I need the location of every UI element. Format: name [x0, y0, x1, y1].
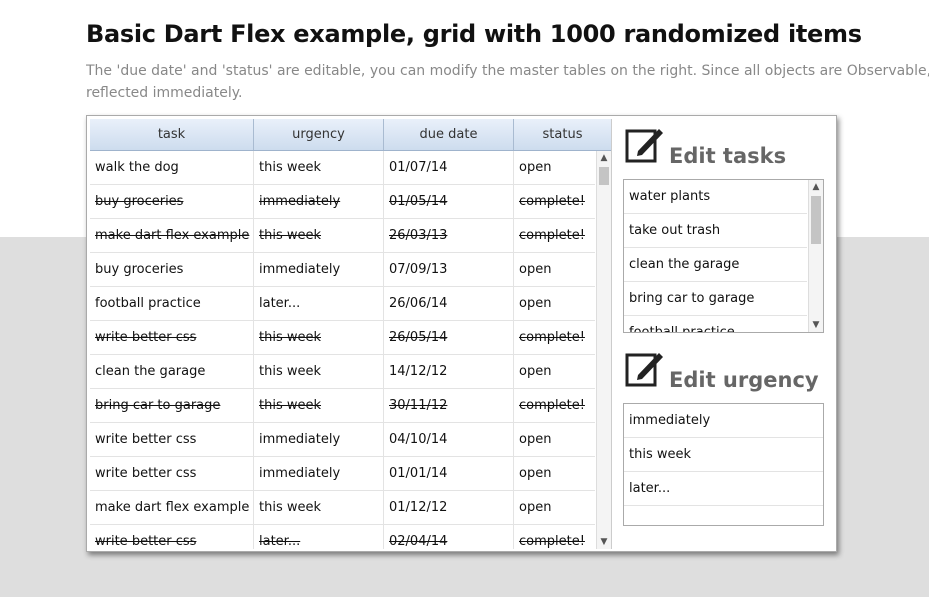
- table-row[interactable]: walk the dog this week 01/07/14 open: [90, 151, 595, 185]
- column-header-status[interactable]: status: [514, 119, 611, 150]
- status-cell[interactable]: open: [514, 355, 595, 389]
- table-row[interactable]: write better css immediately 01/01/14 open: [90, 457, 595, 491]
- status-cell[interactable]: open: [514, 287, 595, 321]
- urgency-cell: immediately: [254, 253, 384, 287]
- status-cell[interactable]: open: [514, 253, 595, 287]
- grid-body: walk the dog this week 01/07/14 open buy gro…: [90, 151, 595, 549]
- table-row[interactable]: football practice later... 26/06/14 open: [90, 287, 595, 321]
- list-item[interactable]: bring car to garage: [624, 282, 807, 316]
- urgency-cell: this week: [254, 355, 384, 389]
- list-item[interactable]: immediately: [624, 404, 823, 438]
- edit-tasks-heading: Edit tasks: [625, 126, 825, 170]
- column-header-urgency[interactable]: urgency: [254, 119, 384, 150]
- status-cell[interactable]: open: [514, 491, 595, 525]
- due-date-cell[interactable]: 01/12/12: [384, 491, 514, 525]
- tasks-list-scrollbar[interactable]: ▲ ▼: [808, 180, 823, 332]
- status-cell[interactable]: open: [514, 151, 595, 185]
- table-row[interactable]: bring car to garage this week 30/11/12 comp…: [90, 389, 595, 423]
- urgency-cell: this week: [254, 389, 384, 423]
- scrollbar-thumb[interactable]: [599, 167, 609, 185]
- scroll-up-icon[interactable]: ▲: [809, 180, 823, 194]
- panel-divider: [611, 119, 612, 549]
- urgency-cell: this week: [254, 491, 384, 525]
- status-cell[interactable]: open: [514, 457, 595, 491]
- due-date-cell[interactable]: 26/06/14: [384, 287, 514, 321]
- urgency-cell: later...: [254, 287, 384, 321]
- edit-urgency-heading: Edit urgency: [625, 350, 835, 394]
- edit-tasks-title: Edit tasks: [669, 144, 787, 168]
- edit-icon: [625, 129, 663, 163]
- list-item[interactable]: water plants: [624, 180, 807, 214]
- due-date-cell[interactable]: 26/05/14: [384, 321, 514, 355]
- task-cell: walk the dog: [90, 151, 254, 185]
- urgency-cell: immediately: [254, 457, 384, 491]
- page-title: Basic Dart Flex example, grid with 1000 …: [86, 20, 862, 48]
- column-header-due-date[interactable]: due date: [384, 119, 514, 150]
- scroll-down-icon[interactable]: ▼: [597, 535, 611, 549]
- grid-header: task urgency due date status: [90, 119, 611, 151]
- due-date-cell[interactable]: 01/05/14: [384, 185, 514, 219]
- due-date-cell[interactable]: 26/03/13: [384, 219, 514, 253]
- status-cell[interactable]: open: [514, 423, 595, 457]
- urgency-cell: this week: [254, 151, 384, 185]
- urgency-cell: this week: [254, 219, 384, 253]
- scrollbar-thumb[interactable]: [811, 196, 821, 244]
- task-cell: football practice: [90, 287, 254, 321]
- edit-tasks-list: football practice bring car to garage clea…: [623, 179, 824, 333]
- page-description: The 'due date' and 'status' are editable…: [86, 60, 929, 104]
- task-cell: buy groceries: [90, 253, 254, 287]
- list-item[interactable]: take out trash: [624, 214, 807, 248]
- edit-urgency-title: Edit urgency: [669, 368, 819, 392]
- table-row[interactable]: write better css this week 26/05/14 complet…: [90, 321, 595, 355]
- due-date-cell[interactable]: 04/10/14: [384, 423, 514, 457]
- task-cell: clean the garage: [90, 355, 254, 389]
- column-header-task[interactable]: task: [90, 119, 254, 150]
- due-date-cell[interactable]: 01/07/14: [384, 151, 514, 185]
- list-item[interactable]: later...: [624, 472, 823, 506]
- edit-icon: [625, 353, 663, 387]
- grid-scrollbar[interactable]: ▲ ▼: [596, 151, 611, 549]
- urgency-cell: later...: [254, 525, 384, 549]
- status-cell[interactable]: complete!: [514, 389, 595, 423]
- table-row[interactable]: clean the garage this week 14/12/12 open: [90, 355, 595, 389]
- urgency-cell: this week: [254, 321, 384, 355]
- urgency-cell: immediately: [254, 185, 384, 219]
- description-line-2: reflected immediately.: [86, 85, 243, 101]
- task-cell: bring car to garage: [90, 389, 254, 423]
- due-date-cell[interactable]: 30/11/12: [384, 389, 514, 423]
- list-item[interactable]: clean the garage: [624, 248, 807, 282]
- table-row[interactable]: write better css immediately 04/10/14 open: [90, 423, 595, 457]
- task-cell: buy groceries: [90, 185, 254, 219]
- task-cell: make dart flex example: [90, 491, 254, 525]
- scroll-up-icon[interactable]: ▲: [597, 151, 611, 165]
- urgency-cell: immediately: [254, 423, 384, 457]
- table-row[interactable]: write better css later... 02/04/14 complete…: [90, 525, 595, 549]
- status-cell[interactable]: complete!: [514, 321, 595, 355]
- due-date-cell[interactable]: 01/01/14: [384, 457, 514, 491]
- table-row[interactable]: buy groceries immediately 01/05/14 complete…: [90, 185, 595, 219]
- table-row[interactable]: make dart flex example this week 26/03/13 c…: [90, 219, 595, 253]
- status-cell[interactable]: complete!: [514, 525, 595, 549]
- task-cell: write better css: [90, 321, 254, 355]
- status-cell[interactable]: complete!: [514, 219, 595, 253]
- app-frame: task urgency due date status walk the do…: [86, 115, 837, 552]
- task-cell: make dart flex example: [90, 219, 254, 253]
- due-date-cell[interactable]: 02/04/14: [384, 525, 514, 549]
- due-date-cell[interactable]: 14/12/12: [384, 355, 514, 389]
- due-date-cell[interactable]: 07/09/13: [384, 253, 514, 287]
- scroll-down-icon[interactable]: ▼: [809, 318, 823, 332]
- task-grid: task urgency due date status walk the do…: [90, 119, 611, 549]
- list-item[interactable]: football practice: [624, 316, 807, 332]
- task-cell: write better css: [90, 525, 254, 549]
- table-row[interactable]: make dart flex example this week 01/12/12 o…: [90, 491, 595, 525]
- task-cell: write better css: [90, 423, 254, 457]
- list-item[interactable]: this week: [624, 438, 823, 472]
- status-cell[interactable]: complete!: [514, 185, 595, 219]
- table-row[interactable]: buy groceries immediately 07/09/13 open: [90, 253, 595, 287]
- task-cell: write better css: [90, 457, 254, 491]
- edit-urgency-list: later... this week immediately: [623, 403, 824, 526]
- description-line-1: The 'due date' and 'status' are editable…: [86, 63, 929, 79]
